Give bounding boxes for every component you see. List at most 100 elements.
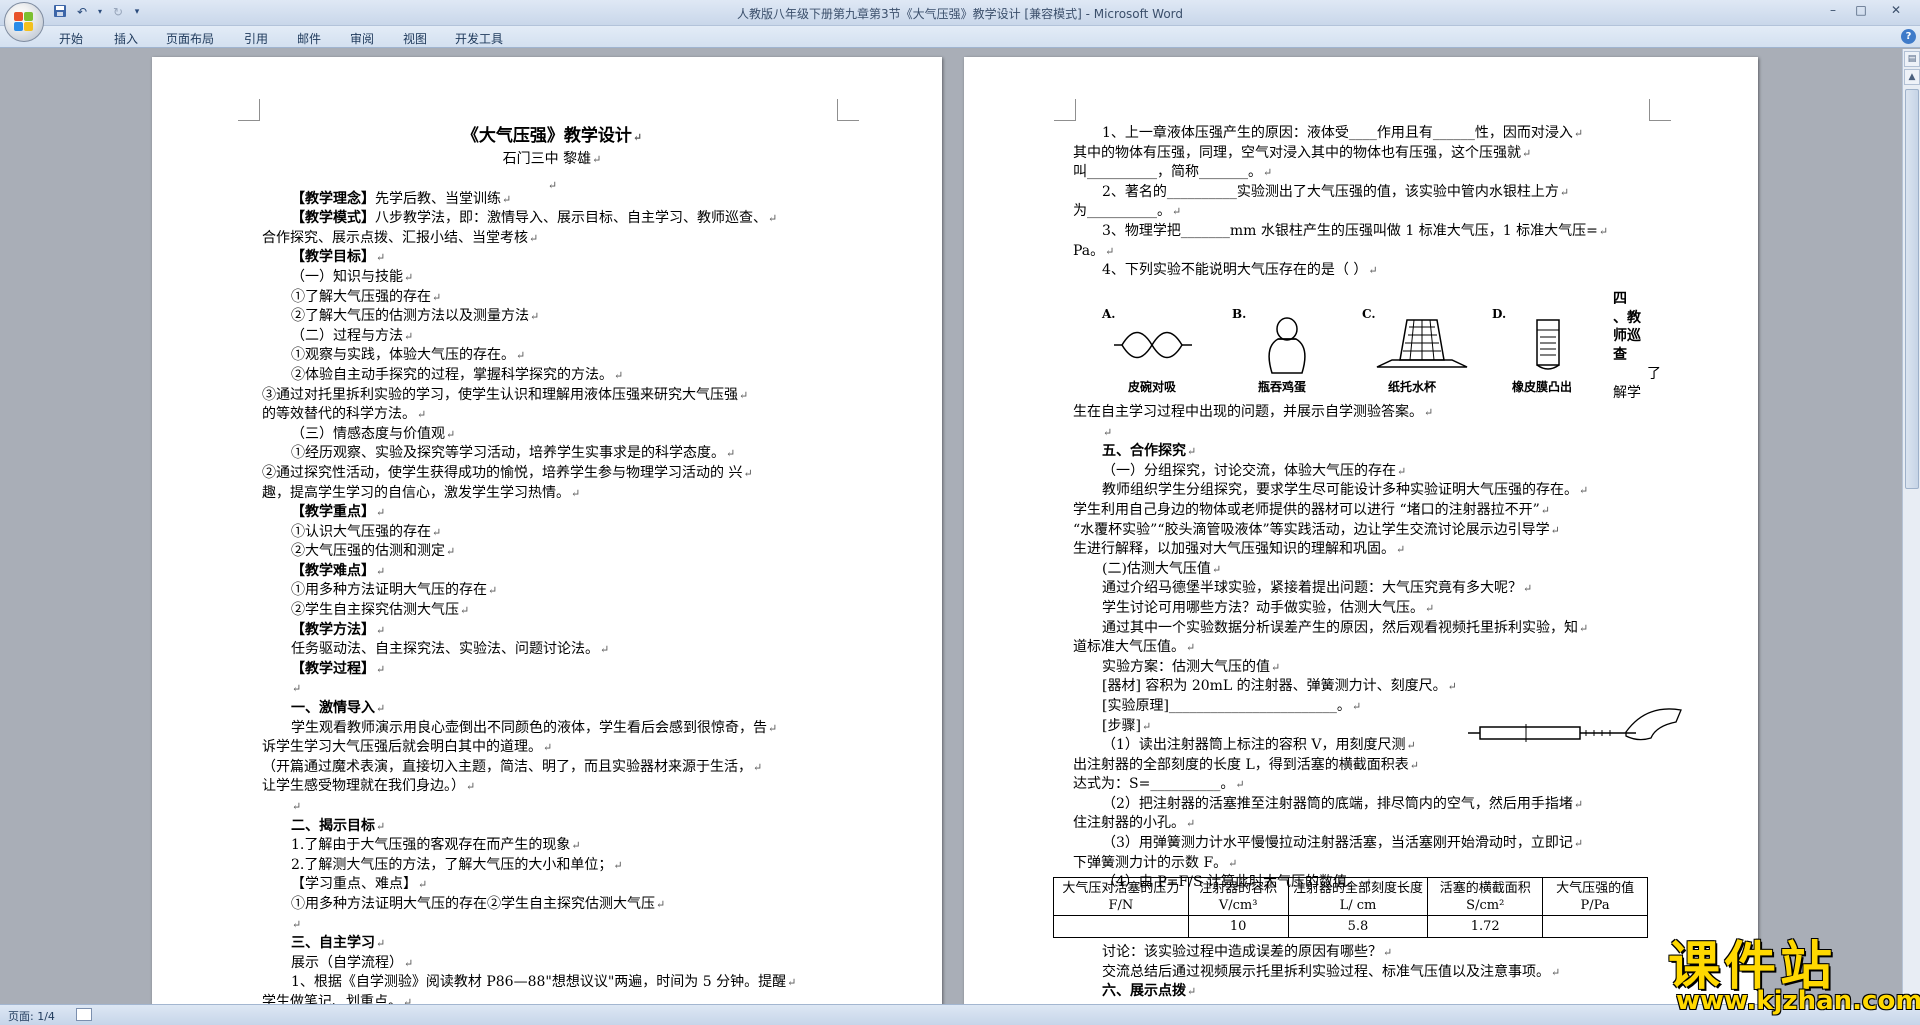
table-cell[interactable]: 10 (1187, 915, 1289, 938)
side-note-line: 解学 (1613, 385, 1641, 401)
document-author: 石门三中 黎雄↵ (502, 151, 602, 167)
table-cell[interactable] (1053, 915, 1189, 938)
text-line: 2.了解测大气压的方法，了解大气压的大小和单位；↵ (262, 856, 842, 876)
page-2-body-top: 1、上一章液体压强产生的原因：液体受____作用且有______性，因而对浸入↵… (1073, 124, 1653, 281)
text-line: 为__________。↵ (1073, 202, 1653, 222)
paragraph-mark: ↵ (1406, 739, 1416, 753)
status-bar: 页面: 1/4 (0, 1004, 1920, 1025)
line-text: 生在自主学习过程中出现的问题，并展示自学测验答案。 (1073, 404, 1423, 420)
text-line: 学生利用自己身边的物体或老师提供的器材可以进行 “堵口的注射器拉不开”↵ (1073, 501, 1653, 521)
scrollbar-thumb[interactable] (1905, 89, 1919, 489)
text-line: ②了解大气压的估测方法以及测量方法↵ (262, 307, 842, 327)
line-text: 八步教学法，即：激情导入、展示目标、自主学习、教师巡查、 (375, 210, 767, 227)
paragraph-mark: ↵ (1573, 797, 1584, 811)
minimize-button[interactable]: – (1820, 2, 1846, 20)
text-line: 1.了解由于大气压强的客观存在而产生的现象↵ (262, 836, 842, 856)
paragraph-mark: ↵ (1187, 445, 1197, 459)
text-line: 叫__________，简称_______。↵ (1073, 163, 1653, 183)
tab-developer[interactable]: 开发工具 (455, 30, 503, 47)
paragraph-mark: ↵ (516, 349, 526, 363)
paragraph-mark: ↵ (1573, 127, 1584, 140)
table-cell[interactable]: 5.8 (1287, 915, 1429, 938)
line-text: ②学生自主探究估测大气压 (291, 602, 459, 619)
scroll-up-icon[interactable]: ▲ (1904, 69, 1920, 85)
paragraph-mark: ↵ (446, 427, 456, 441)
side-note-line: 四 (1613, 291, 1627, 307)
watermark-url: www.kjzhan.com (1676, 986, 1920, 1016)
tab-insert[interactable]: 插入 (114, 30, 138, 47)
heading-text: 【教学过程】 (291, 660, 375, 677)
text-line: 【教学过程】↵ (262, 660, 842, 680)
paragraph-mark: ↵ (376, 506, 386, 520)
close-button[interactable]: ✕ (1876, 2, 1916, 20)
page-count[interactable]: 页面: 1/4 (8, 1008, 55, 1024)
text-line: 其中的物体有压强，同理，空气对浸入其中的物体也有压强，这个压强就↵ (1073, 144, 1653, 164)
text-line: 住注射器的小孔。↵ (1073, 814, 1653, 834)
vertical-scrollbar[interactable]: ▤ ▲ (1902, 49, 1920, 1004)
table-cell[interactable] (1542, 915, 1648, 938)
figure-d: D. 橡皮膜凸出 (1492, 305, 1592, 395)
line-text: 先学后教、当堂训练 (375, 190, 501, 207)
line-text: 学生观看教师演示用良心壶倒出不同颜色的液体，学生看后会感到很惊奇，告 (291, 719, 767, 736)
heading-text: 一、激情导入 (291, 700, 375, 717)
line-text: [器材] 容积为 20mL 的注射器、弹簧测力计、刻度尺。 (1102, 678, 1447, 695)
line-text: 的等效替代的科学方法。 (262, 406, 416, 423)
tab-view[interactable]: 视图 (403, 30, 427, 47)
text-line: 任务驱动法、自主探究法、实验法、问题讨论法。↵ (262, 640, 842, 660)
table-cell[interactable]: 1.72 (1427, 915, 1544, 938)
tab-review[interactable]: 审阅 (350, 30, 374, 47)
maximize-button[interactable]: □ (1848, 2, 1874, 20)
tab-home[interactable]: 开始 (59, 30, 83, 47)
paragraph-mark: ↵ (432, 525, 442, 539)
text-line: 【教学目标】↵ (262, 248, 842, 268)
tab-page-layout[interactable]: 页面布局 (166, 30, 214, 47)
paragraph-mark: ↵ (614, 368, 624, 382)
line-text: 1、上一章液体压强产生的原因：液体受____作用且有______性，因而对浸入 (1102, 125, 1573, 141)
paragraph-mark: ↵ (460, 604, 470, 618)
side-note-2: 了 (1647, 365, 1661, 384)
paragraph-mark: ↵ (600, 643, 610, 657)
text-line: 4、下列实验不能说明大气压存在的是（ ）↵ (1073, 261, 1653, 281)
text-line: （开篇通过魔术表演，直接切入主题，简洁、明了，而且实验器材来源于生活，↵ (262, 758, 842, 778)
text-line: 【教学模式】八步教学法，即：激情导入、展示目标、自主学习、教师巡查、↵ (262, 209, 842, 229)
text-line: 交流总结后通过视频展示托里拆利实验过程、标准气压值以及注意事项。↵ (1073, 963, 1653, 983)
paragraph-mark: ↵ (1235, 778, 1245, 792)
paragraph-mark: ↵ (1351, 699, 1362, 713)
line-text: 生进行解释，以加强对大气压强知识的理解和巩固。 (1073, 541, 1395, 558)
line-text: ①观察与实践，体验大气压的存在。 (291, 347, 515, 364)
office-button[interactable] (4, 2, 44, 42)
line-text: ②体验自主动手探究的过程，掌握科学探究的方法。 (291, 366, 613, 383)
line-text: 2.了解测大气压的方法，了解大气压的大小和单位； (291, 856, 613, 873)
window-controls: – □ ✕ (1820, 2, 1916, 20)
tab-references[interactable]: 引用 (244, 30, 268, 47)
line-text: 为__________。 (1073, 203, 1171, 220)
text-line: 2、著名的__________实验测出了大气压强的值，该实验中管内水银柱上方↵ (1073, 183, 1653, 203)
line-text: （三）情感态度与价值观 (291, 425, 445, 442)
ruler-toggle-icon[interactable]: ▤ (1904, 51, 1920, 67)
line-text: 趣，提高学生学习的自信心，激发学生学习热情。 (262, 484, 570, 501)
line-text: ②了解大气压的估测方法以及测量方法 (291, 308, 529, 325)
paragraph-mark: ↵ (488, 584, 498, 598)
section-4-heading: 四 、教 师巡 查 (1613, 290, 1641, 364)
syringe-experiment-icon (1468, 708, 1682, 742)
text-line: ①认识大气压强的存在↵ (262, 523, 842, 543)
side-note-line: 师巡 (1613, 328, 1641, 345)
tab-mailings[interactable]: 邮件 (297, 30, 321, 47)
proofing-icon[interactable] (76, 1008, 92, 1021)
paragraph-mark: ↵ (376, 702, 386, 716)
figure-c: C. 纸托水杯 (1362, 305, 1468, 395)
line-text: ①经历观察、实验及探究等学习活动，培养学生实事求是的科学态度。 (291, 445, 725, 462)
table-header-cell: 大气压强的值 P/Pa (1542, 877, 1648, 916)
text-line: 【教学重点】↵ (262, 503, 842, 523)
paragraph-mark: ↵ (1186, 641, 1196, 655)
paragraph-mark: ↵ (432, 290, 442, 304)
figure-a-caption: 皮碗对吸 (1127, 380, 1176, 394)
table-header-cell: 注射器的全部刻度长度 L/ cm (1287, 877, 1429, 916)
help-icon[interactable]: ? (1901, 29, 1916, 44)
paragraph-mark: ↵ (466, 780, 476, 794)
paragraph-mark: ↵ (404, 956, 414, 970)
line-text: ①认识大气压强的存在 (291, 523, 431, 540)
text-line: 实验方案：估测大气压的值↵ (1073, 658, 1653, 678)
text-line: 教师组织学生分组探究，要求学生尽可能设计多种实验证明大气压强的存在。↵ (1073, 481, 1653, 501)
office-logo-icon (14, 12, 34, 32)
